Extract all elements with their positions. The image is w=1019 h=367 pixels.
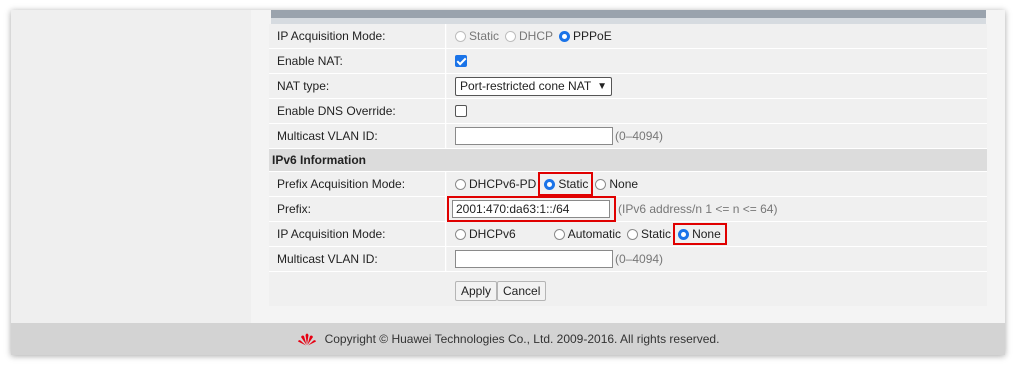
radio-prefix-dhcpv6-pd[interactable]: [455, 178, 466, 190]
ipv6-multicast-vlan-row: Multicast VLAN ID: (0–4094): [269, 247, 987, 272]
ipv4-ip-acquisition-row: IP Acquisition Mode: Static DHCP PPPoE: [269, 24, 987, 49]
radio-ipv4-pppoe-label: PPPoE: [573, 29, 612, 43]
radio-ipv6-static-label: Static: [641, 227, 672, 241]
apply-button[interactable]: Apply: [455, 281, 498, 301]
radio-prefix-none-label: None: [609, 177, 639, 191]
radio-ipv4-pppoe[interactable]: [559, 30, 571, 42]
ipv4-multicast-vlan-hint: (0–4094): [615, 129, 664, 143]
enable-nat-checkbox[interactable]: [455, 55, 467, 67]
nat-type-value: Port-restricted cone NAT: [460, 79, 592, 93]
radio-ipv4-dhcp[interactable]: [505, 30, 517, 42]
radio-ipv6-dhcpv6-label: DHCPv6: [469, 227, 516, 241]
radio-ipv6-none-label: None: [692, 227, 721, 241]
chevron-down-icon: ▼: [597, 80, 608, 92]
dns-override-checkbox[interactable]: [455, 105, 467, 117]
prefix-mode-label: Prefix Acquisition Mode:: [269, 172, 446, 196]
prefix-input[interactable]: 2001:470:da63:1::/64: [452, 200, 610, 218]
button-row: Apply Cancel: [269, 272, 987, 306]
prefix-label: Prefix:: [269, 197, 446, 221]
highlight-box-prefix: 2001:470:da63:1::/64: [447, 196, 616, 222]
copyright-text: Copyright © Huawei Technologies Co., Ltd…: [324, 332, 720, 346]
radio-ipv6-static[interactable]: [627, 228, 639, 240]
ipv4-multicast-vlan-input[interactable]: [455, 127, 613, 145]
left-nav-area: [11, 10, 251, 323]
radio-ipv6-dhcpv6[interactable]: [455, 228, 466, 240]
prefix-hint: (IPv6 address/n 1 <= n <= 64): [618, 202, 778, 216]
huawei-logo-icon: [297, 333, 316, 346]
enable-nat-label: Enable NAT:: [269, 49, 446, 73]
ipv4-multicast-vlan-label: Multicast VLAN ID:: [269, 124, 446, 148]
nat-type-select[interactable]: Port-restricted cone NAT ▼: [455, 76, 613, 96]
enable-nat-row: Enable NAT:: [269, 49, 987, 74]
nat-type-label: NAT type:: [269, 74, 446, 98]
radio-ipv6-none[interactable]: [678, 228, 690, 240]
ipv6-ip-acquisition-row: IP Acquisition Mode: DHCPv6 Automatic St…: [269, 222, 987, 247]
ipv4-multicast-vlan-row: Multicast VLAN ID: (0–4094): [269, 124, 987, 149]
radio-prefix-static-label: Static: [558, 177, 589, 191]
radio-ipv4-static[interactable]: [455, 30, 466, 42]
router-config-window: IP Acquisition Mode: Static DHCP PPPoE E…: [11, 10, 1005, 355]
ipv6-ip-acquisition-label: IP Acquisition Mode:: [269, 222, 446, 246]
ipv6-multicast-vlan-hint: (0–4094): [615, 252, 664, 266]
footer: Copyright © Huawei Technologies Co., Ltd…: [11, 323, 1005, 355]
cancel-button[interactable]: Cancel: [497, 281, 547, 301]
top-banner: [271, 10, 986, 18]
radio-prefix-static[interactable]: [544, 178, 556, 190]
wan-config-form: IP Acquisition Mode: Static DHCP PPPoE E…: [269, 24, 987, 306]
radio-ipv4-static-label: Static: [469, 29, 500, 43]
radio-ipv4-dhcp-label: DHCP: [519, 29, 554, 43]
ipv6-section-title: IPv6 Information: [269, 149, 987, 172]
radio-prefix-none[interactable]: [595, 178, 607, 190]
radio-prefix-dhcpv6-pd-label: DHCPv6-PD: [469, 177, 537, 191]
ipv6-multicast-vlan-label: Multicast VLAN ID:: [269, 247, 446, 271]
highlight-box-ipv6-none: None: [673, 223, 727, 245]
dns-override-label: Enable DNS Override:: [269, 99, 446, 123]
ipv4-ip-acquisition-label: IP Acquisition Mode:: [269, 24, 446, 48]
dns-override-row: Enable DNS Override:: [269, 99, 987, 124]
ipv6-multicast-vlan-input[interactable]: [455, 250, 613, 268]
radio-ipv6-automatic-label: Automatic: [567, 227, 622, 241]
radio-ipv6-automatic[interactable]: [553, 228, 565, 240]
prefix-row: Prefix: 2001:470:da63:1::/64 (IPv6 addre…: [269, 196, 987, 222]
prefix-mode-row: Prefix Acquisition Mode: DHCPv6-PD Stati…: [269, 172, 987, 197]
nat-type-row: NAT type: Port-restricted cone NAT ▼: [269, 74, 987, 99]
highlight-box-prefix-static: Static: [538, 172, 594, 196]
